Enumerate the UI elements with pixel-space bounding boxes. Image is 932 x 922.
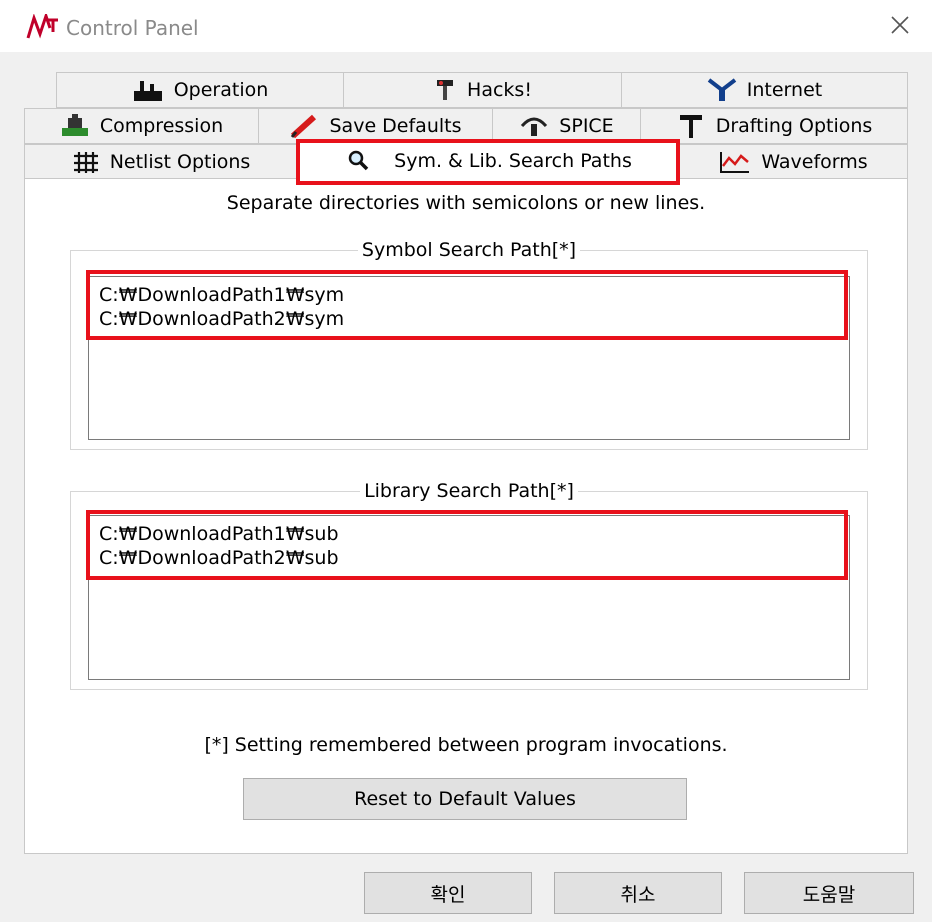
tab-label: Operation	[173, 79, 269, 101]
tab-sym-lib-search-paths[interactable]: Sym. & Lib. Search Paths	[298, 140, 680, 180]
tab-hacks[interactable]: Hacks!	[343, 72, 622, 108]
tab-drafting-options[interactable]: Drafting Options	[640, 108, 908, 144]
tab-label: Drafting Options	[715, 115, 873, 137]
tab-label: Save Defaults	[329, 115, 462, 137]
drafting-options-icon	[676, 113, 706, 139]
reset-defaults-button[interactable]: Reset to Default Values	[243, 778, 687, 820]
netlist-options-icon	[72, 150, 100, 174]
tab-label: Hacks!	[467, 79, 532, 101]
tab-label: Compression	[99, 115, 224, 137]
search-icon	[346, 149, 370, 173]
cancel-button[interactable]: 취소	[554, 872, 722, 914]
ltspice-logo-icon	[26, 11, 60, 40]
help-button[interactable]: 도움말	[744, 872, 914, 914]
symbol-search-path-label: Symbol Search Path[*]	[357, 239, 581, 261]
title-bar: Control Panel	[0, 0, 932, 52]
tab-operation[interactable]: Operation	[56, 72, 344, 108]
tab-save-defaults[interactable]: Save Defaults	[258, 108, 493, 144]
compression-icon	[60, 114, 90, 138]
ok-button[interactable]: 확인	[364, 872, 532, 914]
save-defaults-icon	[290, 114, 320, 138]
tab-label: SPICE	[559, 115, 614, 137]
tab-label: Internet	[746, 79, 823, 101]
spice-icon	[519, 114, 549, 138]
close-icon	[891, 16, 909, 38]
tab-internet[interactable]: Internet	[621, 72, 908, 108]
tab-spice[interactable]: SPICE	[492, 108, 641, 144]
hacks-icon	[433, 78, 457, 102]
library-search-path-label: Library Search Path[*]	[360, 480, 578, 502]
close-button[interactable]	[880, 8, 920, 46]
symbol-search-path-input[interactable]: C:₩DownloadPath1₩sym C:₩DownloadPath2₩sy…	[88, 276, 850, 440]
waveforms-icon	[719, 150, 751, 174]
tab-netlist-options[interactable]: Netlist Options	[24, 144, 298, 180]
tab-label: Sym. & Lib. Search Paths	[394, 149, 632, 172]
remembered-setting-note: [*] Setting remembered between program i…	[204, 734, 728, 756]
operation-icon	[132, 79, 164, 101]
tab-waveforms[interactable]: Waveforms	[679, 144, 908, 180]
tab-label: Netlist Options	[109, 151, 251, 173]
tab-compression[interactable]: Compression	[24, 108, 259, 144]
window-title: Control Panel	[66, 16, 199, 40]
tab-label: Waveforms	[761, 151, 868, 173]
instruction-text: Separate directories with semicolons or …	[226, 192, 706, 214]
internet-icon	[707, 78, 737, 102]
library-search-path-input[interactable]: C:₩DownloadPath1₩sub C:₩DownloadPath2₩su…	[88, 515, 850, 680]
